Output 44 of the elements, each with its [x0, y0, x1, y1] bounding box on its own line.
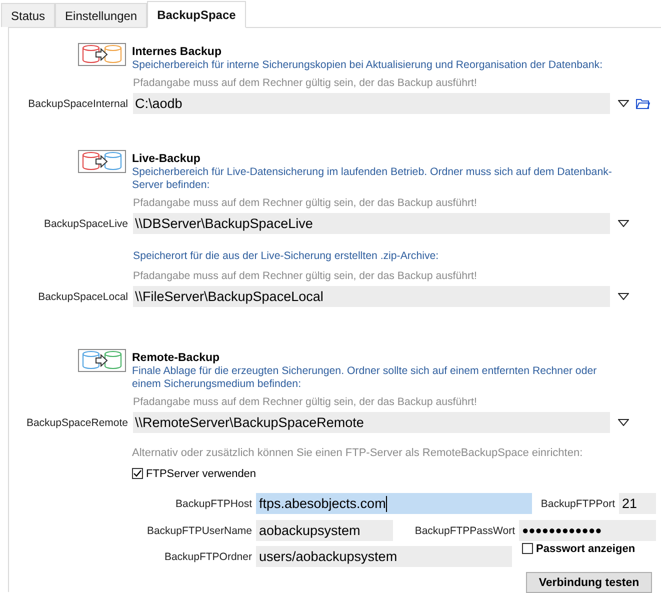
- folder-icon[interactable]: [636, 98, 650, 109]
- hint-text: Pfadangabe muss auf dem Rechner gültig sein, der das Backup ausführt!: [133, 197, 478, 210]
- hint-text: Pfadangabe muss auf dem Rechner gültig sein, der das Backup ausführt!: [133, 396, 478, 409]
- dropdown-caret-icon[interactable]: [618, 419, 629, 426]
- ftp-note: Alternativ oder zusätzlich können Sie einen FTP-Server als RemoteBackupSpace einrichten:: [132, 447, 584, 459]
- dropdown-caret-icon[interactable]: [618, 220, 629, 227]
- test-connection-button[interactable]: Verbindung testen: [526, 572, 652, 593]
- section-title: Remote-Backup: [132, 351, 221, 365]
- section-description: Finale Ablage für die erzeugten Sicherungen. Ordner sollte sich auf einem entfernten Rechner oder einem Sicherungsmedium befinden:: [132, 365, 598, 391]
- field-label: BackupFTPHost: [174, 498, 252, 510]
- checkbox[interactable]: [132, 468, 143, 479]
- checkbox-label[interactable]: Passwort anzeigen: [536, 542, 636, 554]
- tab[interactable]: BackupSpace: [147, 1, 246, 28]
- path-field[interactable]: C:\aodb: [133, 93, 610, 114]
- path-field[interactable]: \\DBServer\BackupSpaceLive: [133, 213, 610, 234]
- path-field[interactable]: \\FileServer\BackupSpaceLocal: [133, 286, 610, 307]
- section-description: Speicherbereich für Live-Datensicherung im laufenden Betrieb. Ordner muss sich auf dem Datenbank-Server befinden:: [132, 166, 613, 192]
- field-label: BackupSpaceLocal: [37, 290, 128, 302]
- tab[interactable]: Status: [1, 3, 56, 27]
- section-title: Internes Backup: [132, 45, 222, 59]
- hint-text: Pfadangabe muss auf dem Rechner gültig sein, der das Backup ausführt!: [133, 270, 478, 283]
- field-label: BackupFTPPassWort: [414, 524, 515, 536]
- path-field[interactable]: \\RemoteServer\BackupSpaceRemote: [133, 412, 610, 433]
- field-label: BackupSpaceRemote: [25, 416, 128, 428]
- field-label: BackupSpaceLive: [42, 218, 128, 230]
- folder-field[interactable]: users/aobackupsystem: [256, 546, 512, 567]
- checkbox-label[interactable]: FTPServer verwenden: [146, 468, 256, 480]
- field-label: BackupSpaceInternal: [27, 98, 128, 110]
- password-field[interactable]: ●●●●●●●●●●●●: [519, 520, 656, 541]
- username-field[interactable]: aobackupsystem: [256, 520, 393, 541]
- field-label: BackupFTPPort: [540, 498, 615, 510]
- intro-text: Speicherort für die aus der Live-Sicherung erstellten .zip-Archive:: [133, 250, 440, 263]
- hint-text: Pfadangabe muss auf dem Rechner gültig sein, der das Backup ausführt!: [133, 77, 478, 90]
- dropdown-caret-icon[interactable]: [618, 293, 629, 300]
- port-field[interactable]: 21: [619, 493, 656, 514]
- section-description: Speicherbereich für interne Sicherungskopien bei Aktualisierung und Reorganisation der Datenbank:: [132, 59, 603, 72]
- field-label: BackupFTPUserName: [146, 524, 252, 536]
- checkbox[interactable]: [522, 543, 533, 554]
- field-label: BackupFTPOrdner: [163, 550, 252, 562]
- section-title: Live-Backup: [132, 152, 202, 166]
- host-field[interactable]: ftps.abesobjects.com: [256, 493, 532, 514]
- checkmark-icon: [133, 469, 142, 478]
- tab[interactable]: Einstellungen: [55, 3, 148, 27]
- dropdown-caret-icon[interactable]: [618, 100, 629, 107]
